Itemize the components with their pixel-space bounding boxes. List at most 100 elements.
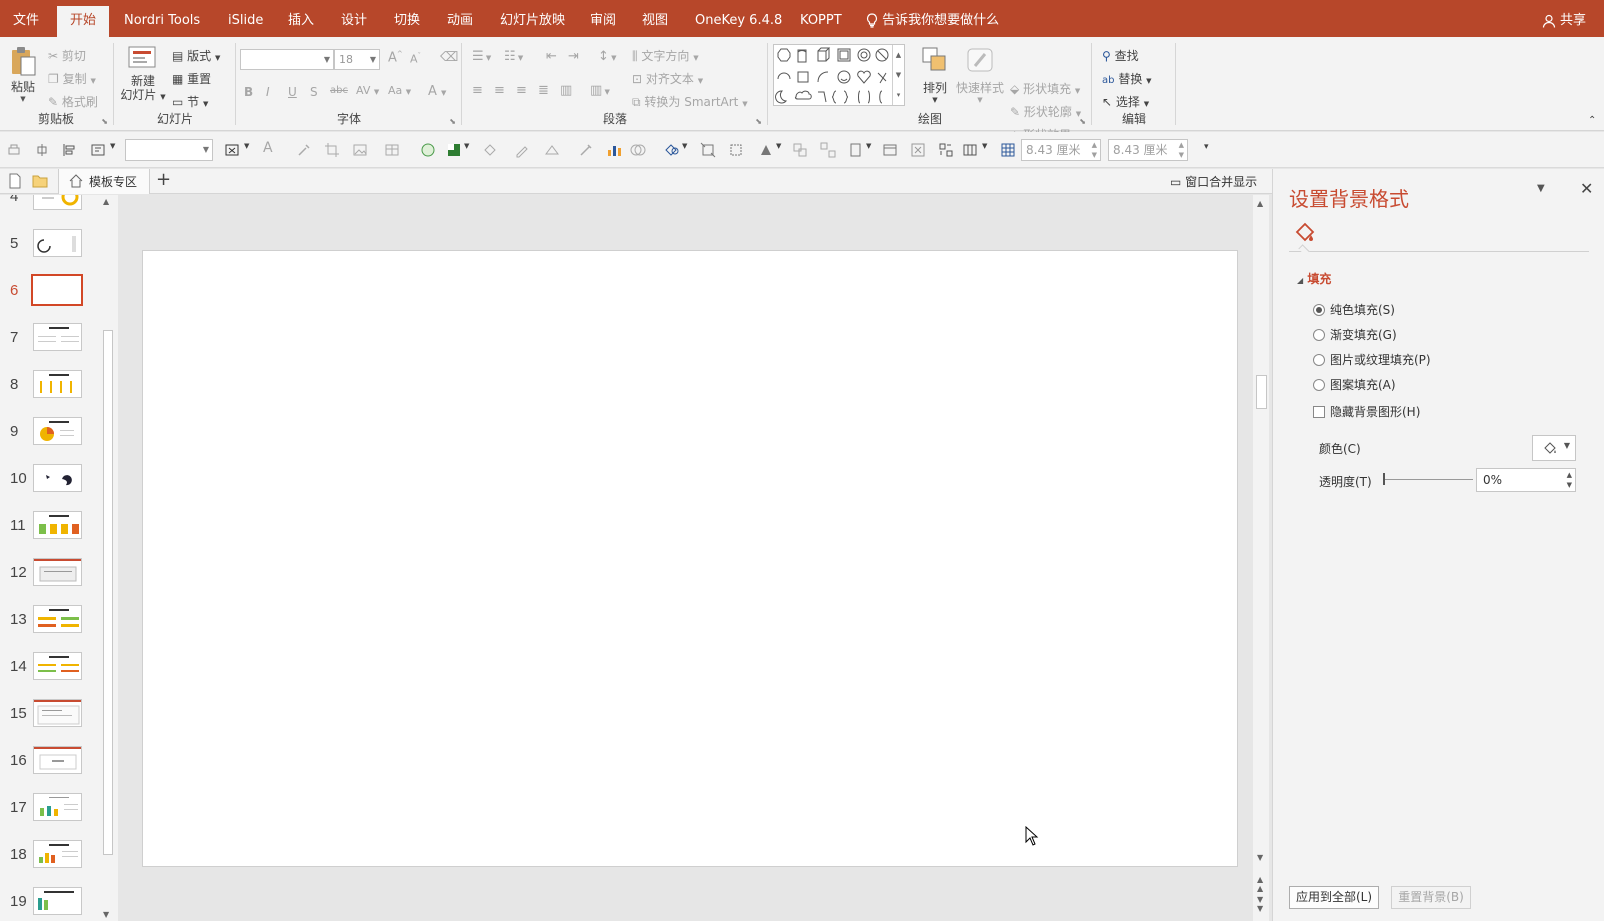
transparency-input[interactable]: 0% ▲ ▼ xyxy=(1476,468,1576,492)
fill-section-header[interactable]: ◢ 填充 xyxy=(1297,270,1331,287)
reset-background-button[interactable]: 重置背景(B) xyxy=(1391,886,1471,909)
next-slide-icon[interactable]: ▼ ▼ xyxy=(1257,895,1263,913)
shadow-button[interactable]: S xyxy=(310,85,318,99)
shape-fill-button[interactable]: ⬙ 形状填充 ▼ xyxy=(1010,80,1080,97)
tab-view[interactable]: 视图 xyxy=(642,0,668,37)
ungroup-icon[interactable] xyxy=(820,142,836,158)
circle-shape-icon[interactable] xyxy=(420,142,436,158)
crop-icon[interactable] xyxy=(324,142,340,158)
thumbnail-scrollbar[interactable]: ▲ ▼ xyxy=(101,195,115,921)
slide-thumbnail-item[interactable]: 19 xyxy=(0,887,100,921)
slide-thumbnail-item[interactable]: 15 xyxy=(0,699,100,745)
italic-button[interactable]: I xyxy=(266,85,270,99)
scroll-down-icon[interactable]: ▼ xyxy=(103,910,109,919)
slide-thumbnail-item[interactable]: 4 xyxy=(0,195,100,228)
folder-icon[interactable] xyxy=(32,174,48,188)
quick-styles-button[interactable]: 快速样式 ▼ xyxy=(954,46,1006,104)
new-document-icon[interactable] xyxy=(8,173,22,189)
current-slide[interactable] xyxy=(142,250,1238,867)
bullets-icon[interactable]: ☰ ▼ xyxy=(472,49,491,64)
paste-button[interactable]: 粘贴 ▼ xyxy=(6,45,40,103)
template-tab[interactable]: 模板专区 xyxy=(58,169,150,194)
cut-button[interactable]: ✂ 剪切 xyxy=(48,47,86,64)
hide-background-graphics-option[interactable]: 隐藏背景图形(H) xyxy=(1313,403,1420,420)
shape-height-spinner[interactable]: 8.43 厘米 ▲ ▼ xyxy=(1108,139,1188,161)
align-text-button[interactable]: ⊡ 对齐文本 ▼ xyxy=(632,70,703,87)
reset-button[interactable]: ▦ 重置 xyxy=(172,70,211,87)
slide-thumbnail-item[interactable]: 7 xyxy=(0,323,100,369)
shape-width-spinner[interactable]: 8.43 厘米 ▲ ▼ xyxy=(1021,139,1101,161)
align-center-icon[interactable]: ≡ xyxy=(494,83,505,98)
thumbnail-scroll-thumb[interactable] xyxy=(103,330,113,855)
tab-islide[interactable]: iSlide xyxy=(228,0,263,37)
previous-slide-icon[interactable]: ▲ ▲ xyxy=(1257,875,1263,893)
tab-review[interactable]: 审阅 xyxy=(590,0,616,37)
chevron-down-icon[interactable]: ▼ xyxy=(776,142,781,150)
delete-box-icon[interactable] xyxy=(910,142,926,158)
shape-outline-button[interactable]: ✎ 形状轮廓 ▼ xyxy=(1010,103,1081,120)
char-spacing-button[interactable]: AV ▼ xyxy=(356,84,379,97)
share-button[interactable]: 共享 xyxy=(1542,0,1586,37)
pattern-fill-option[interactable]: 图案填充(A) xyxy=(1313,376,1396,393)
increase-indent-icon[interactable]: ⇥ xyxy=(568,49,579,64)
tab-design[interactable]: 设计 xyxy=(341,0,367,37)
align-objects-icon[interactable] xyxy=(938,142,954,158)
add-tab-icon[interactable]: + xyxy=(156,169,171,190)
replace-button[interactable]: ab 替换 ▼ xyxy=(1102,70,1152,87)
gradient-fill-option[interactable]: 渐变填充(G) xyxy=(1313,326,1397,343)
gallery-scroll[interactable]: ▲ ▼ ▾ xyxy=(892,45,904,105)
pen-icon[interactable] xyxy=(514,142,530,158)
crop-frame-icon[interactable] xyxy=(728,142,744,158)
slide-thumbnail-item[interactable]: 6 xyxy=(0,274,100,322)
printer-icon[interactable] xyxy=(6,142,22,158)
paste-special-icon[interactable] xyxy=(848,142,864,158)
section-button[interactable]: ▭ 节 ▼ xyxy=(172,93,208,110)
text-direction-button[interactable]: ⫼ 文字方向 ▼ xyxy=(632,47,699,64)
font-color-button[interactable]: A ▼ xyxy=(428,84,446,99)
chevron-down-icon[interactable]: ▼ xyxy=(866,142,871,150)
slide-thumbnail-item[interactable]: 12 xyxy=(0,558,100,604)
table-icon[interactable] xyxy=(384,142,400,158)
solid-fill-radio[interactable] xyxy=(1313,304,1325,316)
slide-thumbnail-item[interactable]: 13 xyxy=(0,605,100,651)
fill-paint-bucket-icon[interactable] xyxy=(1293,220,1317,244)
tab-transitions[interactable]: 切换 xyxy=(394,0,420,37)
slide-thumbnail-item[interactable]: 14 xyxy=(0,652,100,698)
new-slide-button[interactable]: 新建 幻灯片 ▼ xyxy=(120,43,166,104)
format-painter-button[interactable]: ✎ 格式刷 xyxy=(48,93,98,110)
shape-outline-box-icon[interactable] xyxy=(224,142,240,158)
shapes-gallery[interactable]: ▲ ▼ ▾ xyxy=(773,44,905,106)
font-launcher-icon[interactable]: ⬊ xyxy=(449,117,456,126)
font-name-combo[interactable]: ▼ xyxy=(240,49,334,70)
hide-background-graphics-checkbox[interactable] xyxy=(1313,406,1325,418)
resize-icon[interactable] xyxy=(700,142,716,158)
shrink-font-button[interactable]: Aˇ xyxy=(410,52,421,66)
find-button[interactable]: ⚲ 查找 xyxy=(1102,47,1139,64)
solid-fill-option[interactable]: 纯色填充(S) xyxy=(1313,301,1395,318)
paint-bucket-icon[interactable] xyxy=(482,142,498,158)
merge-windows-button[interactable]: ▭ 窗口合并显示 xyxy=(1170,173,1257,190)
edit-shape-icon[interactable] xyxy=(544,142,560,158)
tab-koppt[interactable]: KOPPT xyxy=(800,0,842,37)
tab-onekey[interactable]: OneKey 6.4.8 xyxy=(695,0,782,37)
align-right-icon[interactable]: ≡ xyxy=(516,83,527,98)
pattern-fill-radio[interactable] xyxy=(1313,379,1325,391)
columns-icon[interactable]: ▥ ▼ xyxy=(590,83,610,98)
bar-chart-icon[interactable] xyxy=(606,142,622,158)
rotate-icon[interactable] xyxy=(758,142,774,158)
slide-thumbnail-item[interactable]: 17 xyxy=(0,793,100,839)
close-icon[interactable]: ✕ xyxy=(1580,179,1593,198)
scroll-down-icon[interactable]: ▼ xyxy=(1257,853,1263,862)
numbering-icon[interactable]: ☷ ▼ xyxy=(504,49,523,64)
tab-slideshow[interactable]: 幻灯片放映 xyxy=(500,0,565,37)
chevron-down-icon[interactable]: ▼ xyxy=(464,142,469,150)
tab-home[interactable]: 开始 xyxy=(57,6,110,37)
slide-thumbnail-item[interactable]: 11 xyxy=(0,511,100,557)
scroll-up-icon[interactable]: ▲ xyxy=(1257,199,1263,208)
pane-options-dropdown-icon[interactable]: ▼ xyxy=(1537,183,1545,194)
brush-icon[interactable] xyxy=(578,142,594,158)
picture-fill-option[interactable]: 图片或纹理填充(P) xyxy=(1313,351,1431,368)
align-middle-icon[interactable] xyxy=(34,142,50,158)
font-color-icon[interactable]: A xyxy=(263,140,273,156)
align-left-objects-icon[interactable] xyxy=(62,142,78,158)
